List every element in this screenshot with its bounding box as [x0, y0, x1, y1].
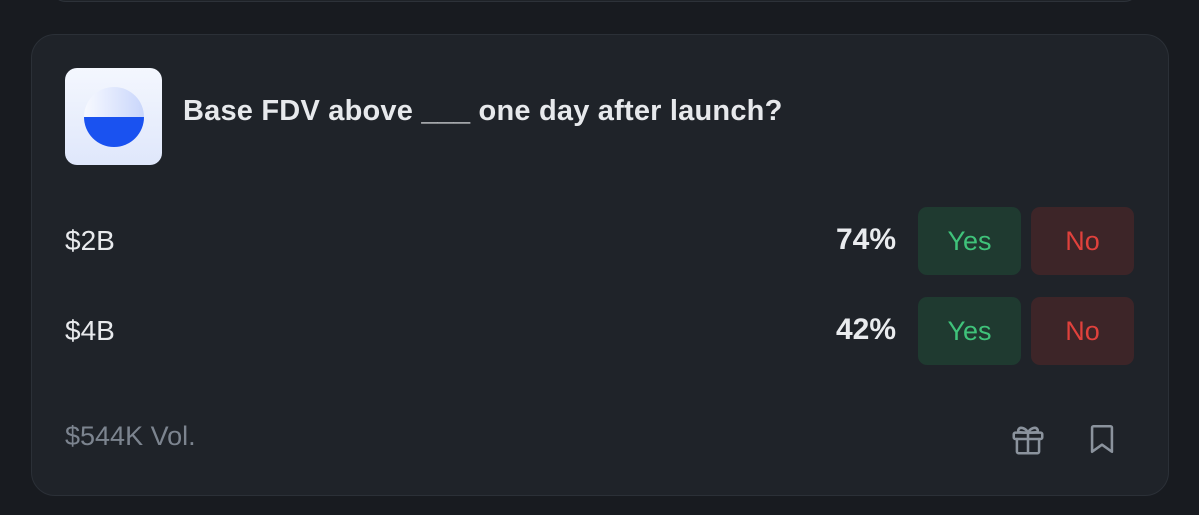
buy-yes-button[interactable]: Yes — [918, 207, 1021, 275]
outcome-percent: 74% — [835, 223, 896, 256]
market-title[interactable]: Base FDV above ___ one day after launch? — [183, 95, 782, 128]
market-card[interactable]: Base FDV above ___ one day after launch?… — [31, 34, 1169, 496]
buy-no-button[interactable]: No — [1031, 207, 1134, 275]
buy-yes-button[interactable]: Yes — [918, 297, 1021, 365]
outcome-label: $2B — [65, 225, 115, 256]
outcome-percent: 42% — [835, 313, 896, 346]
base-logo-icon — [65, 68, 162, 165]
outcome-row: $4B 42% Yes No — [32, 297, 1168, 367]
volume-label: $544K Vol. — [65, 421, 196, 451]
base-logo-graphic — [83, 86, 144, 147]
outcome-row: $2B 74% Yes No — [32, 207, 1168, 277]
bookmark-icon[interactable] — [1082, 419, 1122, 459]
gift-icon[interactable] — [1008, 419, 1048, 459]
buy-no-button[interactable]: No — [1031, 297, 1134, 365]
outcome-label: $4B — [65, 315, 115, 346]
previous-card-edge — [50, 0, 1140, 2]
